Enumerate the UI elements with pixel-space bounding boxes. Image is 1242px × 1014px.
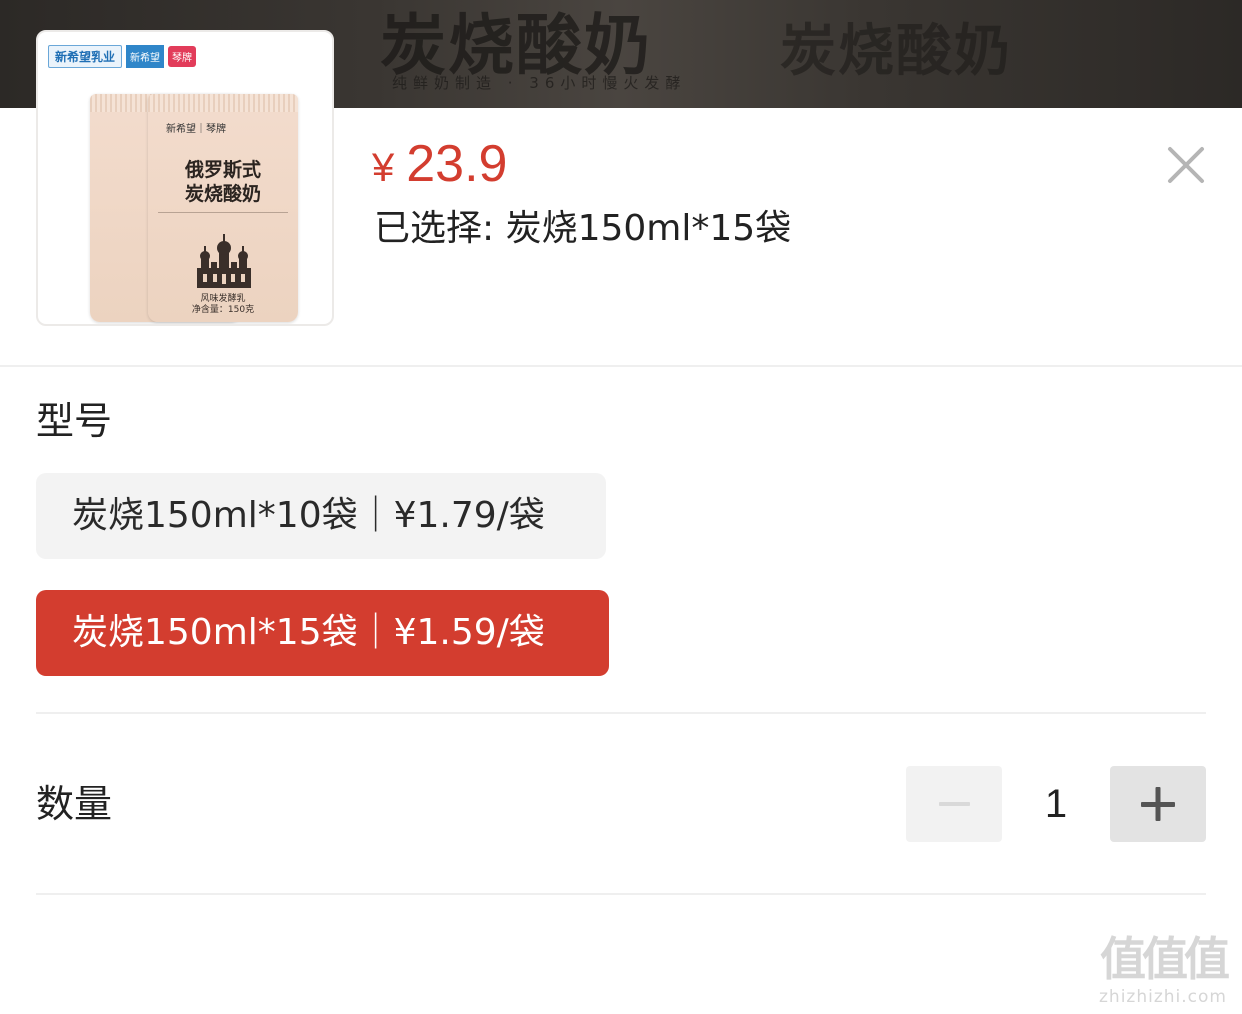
quantity-increase-button[interactable]	[1110, 766, 1206, 842]
bag-brand: 新希望｜琴牌	[166, 124, 226, 135]
quantity-divider	[36, 893, 1206, 895]
quantity-section-label: 数量	[36, 782, 113, 826]
watermark-glyphs: 值值值	[1100, 932, 1230, 986]
brand-logo-tag: 新希望	[126, 44, 165, 68]
price-value: 23.9	[406, 135, 508, 193]
currency-symbol: ¥	[372, 146, 395, 190]
bag-title: 俄罗斯式 炭烧酸奶	[184, 159, 261, 205]
product-thumbnail[interactable]: 新希望乳业 新希望 琴牌 新希望｜琴牌 俄罗斯式 炭烧酸奶 风味发酵乳 净含量：…	[36, 30, 334, 326]
minus-icon	[939, 802, 970, 806]
price-display: ¥23.9	[372, 134, 507, 198]
quantity-decrease-button[interactable]	[906, 766, 1002, 842]
variant-option-15-bags[interactable]: 炭烧150ml*15袋｜¥1.59/袋	[36, 590, 609, 676]
yogurt-bag-front: 新希望｜琴牌 俄罗斯式 炭烧酸奶 风味发酵乳 净含量：150克	[148, 94, 298, 322]
sku-selection-sheet: 新希望乳业 新希望 琴牌 新希望｜琴牌 俄罗斯式 炭烧酸奶 风味发酵乳 净含量：…	[0, 30, 1242, 1014]
quantity-value[interactable]: 1	[1002, 766, 1110, 842]
castle-illustration-icon	[197, 234, 251, 288]
variant-option-10-bags[interactable]: 炭烧150ml*10袋｜¥1.79/袋	[36, 473, 606, 559]
bag-footer: 风味发酵乳 净含量：150克	[191, 294, 255, 315]
close-icon	[1168, 147, 1204, 183]
brand-logo-main: 新希望乳业	[48, 44, 123, 68]
selected-variant-text: 已选择: 炭烧150ml*15袋	[374, 208, 792, 249]
watermark-domain: zhizhizhi.com	[1099, 987, 1227, 1007]
plus-icon	[1141, 787, 1175, 821]
model-divider	[36, 712, 1206, 714]
banner-title-repeat: 炭烧酸奶	[780, 18, 1012, 84]
site-watermark: 值值值 zhizhizhi.com	[1090, 932, 1236, 1008]
banner-subtitle: 纯鲜奶制造 · 36小时慢火发酵	[392, 74, 687, 92]
header-divider	[0, 365, 1242, 367]
brand-strip: 新希望乳业 新希望 琴牌	[48, 42, 197, 70]
model-section-label: 型号	[36, 399, 113, 443]
brand-logo-badge: 琴牌	[168, 45, 197, 67]
close-button[interactable]	[1163, 142, 1209, 188]
